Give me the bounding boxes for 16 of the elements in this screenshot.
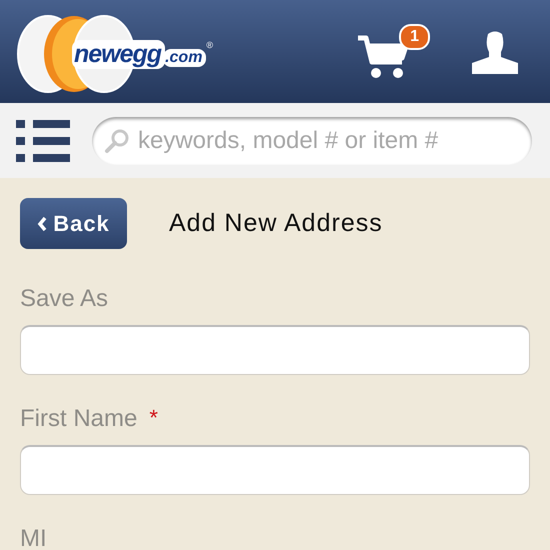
field-label: MI	[20, 525, 47, 550]
menu-icon[interactable]	[16, 120, 70, 162]
account-icon[interactable]	[470, 30, 520, 74]
chevron-left-icon	[37, 216, 48, 232]
page-title: Add New Address	[169, 209, 383, 238]
registered-mark: ®	[206, 40, 214, 50]
cart-count-badge: 1	[399, 24, 430, 50]
field-label: First Name	[20, 405, 138, 433]
logo-text: newegg	[72, 40, 166, 68]
required-mark: *	[149, 405, 158, 432]
logo-domain: .com	[163, 48, 206, 66]
field-label: Save As	[20, 285, 108, 313]
search-field[interactable]: keywords, model # or item #	[92, 116, 532, 164]
input-field[interactable]	[20, 325, 530, 375]
back-button[interactable]: Back	[20, 198, 127, 249]
input-field[interactable]	[20, 445, 530, 495]
